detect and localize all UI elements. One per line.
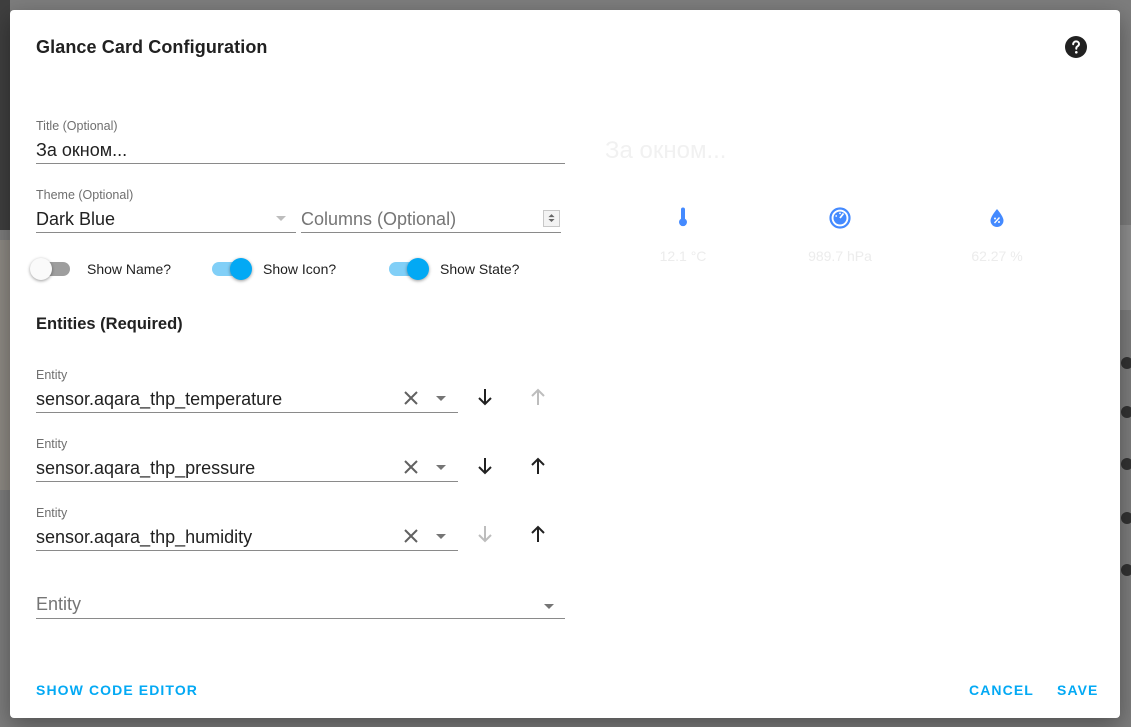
new-entity-placeholder: Entity <box>36 594 82 614</box>
help-circle-icon[interactable] <box>1064 35 1088 59</box>
entity-picker-underline <box>36 550 458 551</box>
entity-picker-underline <box>36 481 458 482</box>
entities-section-title: Entities (Required) <box>36 315 183 333</box>
background-dot <box>1121 458 1131 470</box>
title-field[interactable]: Title (Optional) За окном... <box>36 119 565 165</box>
entity-picker-underline <box>36 412 458 413</box>
background-dot <box>1121 406 1131 418</box>
chevron-down-icon[interactable] <box>436 465 446 470</box>
chevron-down-icon[interactable] <box>436 534 446 539</box>
move-down-arrow-icon[interactable] <box>473 385 497 409</box>
background-dot <box>1121 564 1131 576</box>
toggle-knob <box>30 258 52 280</box>
new-entity-picker[interactable]: Entity <box>36 583 565 621</box>
toggle-knob <box>230 258 252 280</box>
gauge-icon <box>829 207 851 229</box>
title-field-underline <box>36 163 565 164</box>
entity-picker-label: Entity <box>36 368 68 382</box>
preview-card-title: За окном... <box>605 137 727 164</box>
preview-entity-value: 989.7 hPa <box>808 248 872 264</box>
background-sidebar <box>0 0 10 230</box>
background-image <box>0 240 10 490</box>
title-field-label: Title (Optional) <box>36 119 118 133</box>
new-entity-underline <box>36 618 565 619</box>
entity-picker[interactable]: Entity sensor.aqara_thp_pressure <box>36 437 458 483</box>
theme-select-value: Dark Blue <box>36 209 116 229</box>
number-spinner-icon[interactable] <box>543 210 560 227</box>
thermometer-icon <box>679 207 687 227</box>
entity-picker-value: sensor.aqara_thp_humidity <box>36 527 253 547</box>
columns-input-placeholder: Columns (Optional) <box>301 209 457 229</box>
move-up-arrow-icon[interactable] <box>526 522 550 546</box>
preview-entity: 62.27 % <box>937 206 1057 264</box>
entity-picker-value: sensor.aqara_thp_temperature <box>36 389 283 409</box>
show-state-toggle[interactable] <box>387 257 431 281</box>
show-code-editor-button[interactable]: SHOW CODE EDITOR <box>36 682 198 698</box>
show-name-label: Show Name? <box>87 261 172 277</box>
show-name-toggle[interactable] <box>30 257 74 281</box>
theme-select[interactable]: Theme (Optional) Dark Blue <box>36 188 296 234</box>
show-state-label: Show State? <box>440 261 520 277</box>
chevron-down-icon <box>276 216 286 221</box>
move-down-arrow-icon <box>473 522 497 546</box>
glance-card-config-dialog: Glance Card Configuration Title (Optiona… <box>10 10 1120 718</box>
preview-entity-value: 12.1 °C <box>659 248 707 264</box>
entity-picker[interactable]: Entity sensor.aqara_thp_humidity <box>36 506 458 552</box>
columns-input-underline <box>301 232 561 233</box>
clear-icon[interactable] <box>399 455 423 479</box>
preview-entity: 989.7 hPa <box>780 206 900 264</box>
background-dot <box>1121 512 1131 524</box>
clear-icon[interactable] <box>399 386 423 410</box>
entity-picker[interactable]: Entity sensor.aqara_thp_temperature <box>36 368 458 414</box>
dialog-title: Glance Card Configuration <box>36 37 268 57</box>
entity-picker-value: sensor.aqara_thp_pressure <box>36 458 256 478</box>
move-up-arrow-icon <box>526 385 550 409</box>
save-button[interactable]: SAVE <box>1057 682 1099 698</box>
chevron-down-icon[interactable] <box>544 604 554 609</box>
title-field-value: За окном... <box>36 140 128 160</box>
theme-select-underline <box>36 232 296 233</box>
background-card <box>1120 225 1131 310</box>
water-percent-icon <box>990 209 1004 227</box>
move-down-arrow-icon[interactable] <box>473 454 497 478</box>
columns-input[interactable]: Columns (Optional) <box>301 188 561 234</box>
toggle-knob <box>407 258 429 280</box>
move-up-arrow-icon[interactable] <box>526 454 550 478</box>
show-icon-label: Show Icon? <box>263 261 337 277</box>
theme-select-label: Theme (Optional) <box>36 188 134 202</box>
chevron-down-icon[interactable] <box>436 396 446 401</box>
preview-entity: 12.1 °C <box>623 206 743 264</box>
entity-picker-label: Entity <box>36 437 68 451</box>
show-icon-toggle[interactable] <box>210 257 254 281</box>
background-dot <box>1121 357 1131 369</box>
cancel-button[interactable]: CANCEL <box>969 682 1034 698</box>
clear-icon[interactable] <box>399 524 423 548</box>
entity-picker-label: Entity <box>36 506 68 520</box>
preview-entity-value: 62.27 % <box>971 248 1023 264</box>
